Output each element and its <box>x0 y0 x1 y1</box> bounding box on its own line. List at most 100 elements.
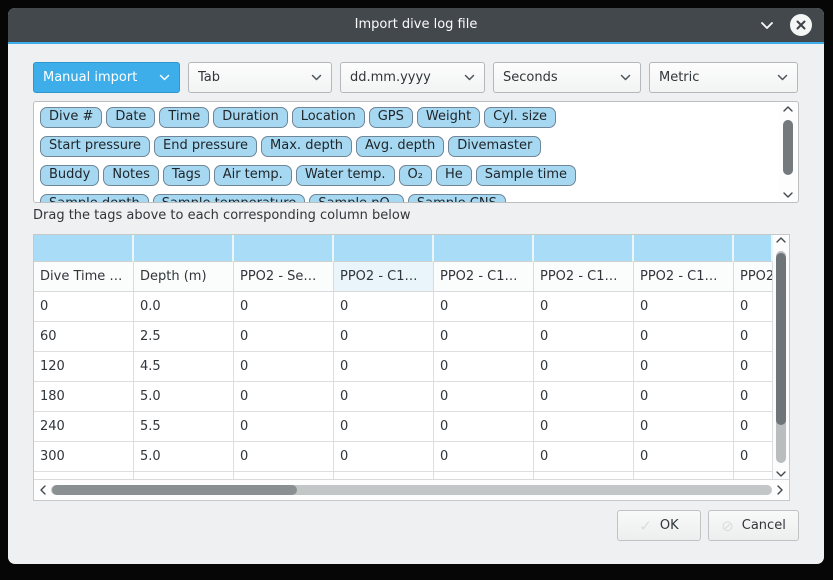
table-cell: 0 <box>434 322 534 352</box>
table-cell: 0 <box>234 322 334 352</box>
table-cell: 0 <box>334 382 434 412</box>
table-cell: 0 <box>334 292 434 322</box>
table-cell-partial <box>34 472 134 479</box>
cancel-button-label: Cancel <box>742 518 786 533</box>
table-cell: 0 <box>434 442 534 472</box>
table-horizontal-scrollbar[interactable] <box>34 479 789 500</box>
table-cell-partial <box>434 472 534 479</box>
tag-dive[interactable]: Dive # <box>40 107 102 128</box>
tag-sample-temperature[interactable]: Sample temperature <box>153 194 306 203</box>
window-title: Import dive log file <box>8 8 824 42</box>
column-header[interactable]: Depth (m) <box>134 262 234 292</box>
table-cell: 0 <box>734 412 773 442</box>
tag-o[interactable]: O₂ <box>399 165 432 186</box>
table-cell: 0 <box>434 352 534 382</box>
table-cell: 0 <box>234 352 334 382</box>
table-cell: 0 <box>634 382 734 412</box>
tag-max-depth[interactable]: Max. depth <box>261 136 352 157</box>
cancel-button[interactable]: ⊘ Cancel <box>708 510 799 541</box>
column-header[interactable]: PPO2 - C1… <box>334 262 434 292</box>
tag-gps[interactable]: GPS <box>369 107 413 128</box>
chevron-down-icon <box>777 74 788 81</box>
table-cell: 0 <box>434 382 534 412</box>
table-cell: 0 <box>534 442 634 472</box>
column-header[interactable]: PPO2 - C1… <box>634 262 734 292</box>
tag-divemaster[interactable]: Divemaster <box>448 136 541 157</box>
table-vertical-scrollbar[interactable] <box>773 235 789 479</box>
column-header[interactable]: PPO2 - C1… <box>434 262 534 292</box>
tag-sample-cns[interactable]: Sample CNS <box>408 194 506 203</box>
drop-target-cell[interactable] <box>434 235 534 262</box>
chevron-down-icon <box>620 74 631 81</box>
drop-target-cell[interactable] <box>734 235 773 262</box>
table-cell-partial <box>734 472 773 479</box>
tag-notes[interactable]: Notes <box>103 165 159 186</box>
drop-target-cell[interactable] <box>334 235 434 262</box>
tag-buddy[interactable]: Buddy <box>40 165 99 186</box>
tag-end-pressure[interactable]: End pressure <box>154 136 257 157</box>
tag-location[interactable]: Location <box>292 107 365 128</box>
scrollbar-thumb[interactable] <box>783 120 793 175</box>
close-icon <box>796 20 806 30</box>
table-cell: 4.5 <box>134 352 234 382</box>
table-cell: 0 <box>634 292 734 322</box>
table-cell: 0 <box>634 412 734 442</box>
combo-duration-format[interactable]: Seconds <box>493 62 641 93</box>
combo-import-type[interactable]: Manual import <box>33 62 180 93</box>
tag-row: Dive #DateTimeDurationLocationGPSWeightC… <box>38 105 794 134</box>
tag-sample-time[interactable]: Sample time <box>476 165 576 186</box>
scrollbar-track[interactable] <box>51 485 772 495</box>
table-cell-partial <box>134 472 234 479</box>
tag-weight[interactable]: Weight <box>417 107 480 128</box>
tag-avg-depth[interactable]: Avg. depth <box>356 136 444 157</box>
combo-duration-format-value: Seconds <box>503 70 620 85</box>
import-preview-table: Dive Time …Depth (m)PPO2 - Se…PPO2 - C1…… <box>33 234 790 501</box>
scroll-up-icon[interactable] <box>783 106 793 112</box>
scroll-left-icon[interactable] <box>40 485 46 495</box>
combo-import-type-value: Manual import <box>43 70 159 85</box>
tag-water-temp[interactable]: Water temp. <box>296 165 395 186</box>
combo-date-format[interactable]: dd.mm.yyyy <box>340 62 485 93</box>
table-cell: 240 <box>34 412 134 442</box>
tag-row: BuddyNotesTagsAir temp.Water temp.O₂HeSa… <box>38 163 794 192</box>
column-header[interactable]: PPO2 - C1… <box>534 262 634 292</box>
drop-target-cell[interactable] <box>34 235 134 262</box>
shade-button[interactable] <box>759 17 775 33</box>
tag-time[interactable]: Time <box>159 107 209 128</box>
ok-button[interactable]: ✓ OK <box>617 510 701 541</box>
tag-tags[interactable]: Tags <box>163 165 210 186</box>
drop-target-cell[interactable] <box>534 235 634 262</box>
column-header[interactable]: PPO2 - Se… <box>234 262 334 292</box>
scrollbar-thumb[interactable] <box>776 253 786 425</box>
tag-date[interactable]: Date <box>106 107 155 128</box>
table-cell: 60 <box>34 322 134 352</box>
drop-target-cell[interactable] <box>234 235 334 262</box>
drop-target-cell[interactable] <box>634 235 734 262</box>
column-header[interactable]: Dive Time … <box>34 262 134 292</box>
tag-duration[interactable]: Duration <box>213 107 287 128</box>
tag-cyl-size[interactable]: Cyl. size <box>484 107 556 128</box>
column-header[interactable]: PPO2 <box>734 262 773 292</box>
scroll-down-icon[interactable] <box>776 471 786 477</box>
scrollbar-thumb[interactable] <box>52 485 297 495</box>
tag-sample-po[interactable]: Sample pO₂ <box>309 194 404 203</box>
scroll-down-icon[interactable] <box>783 192 793 198</box>
table-cell: 0 <box>634 322 734 352</box>
scroll-up-icon[interactable] <box>776 237 786 243</box>
table-cell-partial <box>234 472 334 479</box>
table-cell: 0 <box>234 412 334 442</box>
combo-units[interactable]: Metric <box>649 62 798 93</box>
table-cell: 5.0 <box>134 382 234 412</box>
chevron-down-icon <box>159 74 170 81</box>
tag-he[interactable]: He <box>436 165 472 186</box>
scroll-right-icon[interactable] <box>777 485 783 495</box>
close-button[interactable] <box>790 14 812 36</box>
drop-target-cell[interactable] <box>134 235 234 262</box>
combo-field-separator[interactable]: Tab <box>188 62 332 93</box>
titlebar[interactable]: Import dive log file <box>8 8 824 42</box>
tags-scrollbar[interactable] <box>779 103 797 201</box>
tag-sample-depth[interactable]: Sample depth <box>40 194 149 203</box>
table-cell: 0 <box>334 412 434 442</box>
tag-air-temp[interactable]: Air temp. <box>214 165 292 186</box>
tag-start-pressure[interactable]: Start pressure <box>40 136 150 157</box>
